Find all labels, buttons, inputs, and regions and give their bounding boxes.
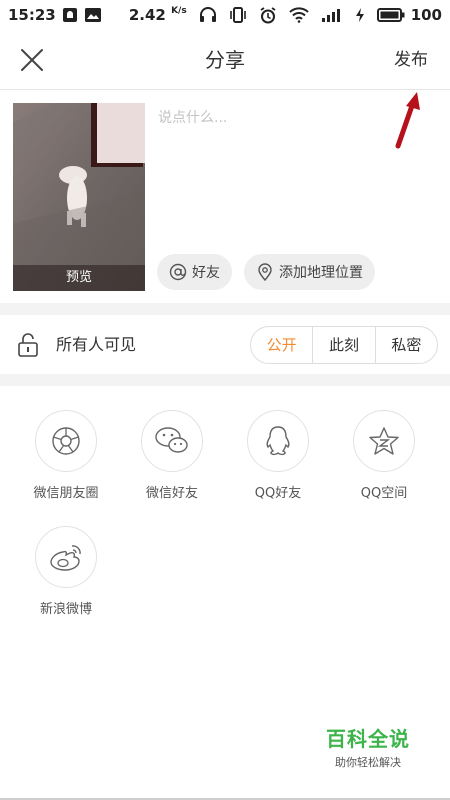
- close-icon: [21, 49, 43, 71]
- qq-icon: [266, 426, 290, 456]
- visibility-option-moment[interactable]: 此刻: [312, 327, 374, 363]
- status-right: 2.42 K/s 100: [129, 6, 442, 24]
- vibrate-icon: [229, 7, 247, 23]
- unlock-icon: [17, 333, 39, 357]
- divider: [0, 303, 450, 315]
- charging-icon: [355, 7, 365, 23]
- headphones-icon: [199, 7, 217, 23]
- share-qzone[interactable]: QQ空间: [339, 410, 429, 501]
- net-speed-value: 2.42: [128, 6, 166, 24]
- post-text-input[interactable]: 说点什么...: [158, 107, 227, 127]
- status-time: 15:23: [8, 6, 56, 24]
- visibility-row: 所有人可见 公开 此刻 私密: [0, 316, 450, 374]
- share-circle: [353, 410, 415, 472]
- share-circle: [35, 410, 97, 472]
- wechat-icon: [155, 427, 188, 453]
- share-circle: [141, 410, 203, 472]
- wechat-moments-icon: [52, 427, 80, 455]
- share-circle: [35, 526, 97, 588]
- watermark: 百科全说 助你轻松解决: [326, 723, 410, 770]
- share-label: 微信好友: [145, 486, 198, 501]
- share-circle: [247, 410, 309, 472]
- share-wechat-friend[interactable]: 微信好友: [127, 410, 217, 501]
- share-label: QQ空间: [360, 486, 408, 501]
- top-bar: 分享 发布: [0, 30, 450, 90]
- media-thumbnail[interactable]: 预览: [13, 103, 145, 291]
- publish-button[interactable]: 发布: [394, 30, 428, 90]
- at-icon: [169, 263, 187, 281]
- share-label: 微信朋友圈: [33, 486, 99, 501]
- page-title: 分享: [205, 48, 245, 72]
- qzone-icon: [369, 427, 399, 455]
- share-qq-friend[interactable]: QQ好友: [233, 410, 323, 501]
- annotation-arrow: [395, 92, 420, 149]
- alarm-icon: [259, 6, 277, 24]
- divider: [0, 374, 450, 386]
- net-speed-unit: K/s: [171, 6, 187, 16]
- visibility-option-private[interactable]: 私密: [374, 327, 437, 363]
- signal-icon: [321, 7, 343, 23]
- notification-icon: [62, 7, 78, 23]
- close-button[interactable]: [18, 46, 46, 74]
- watermark-title: 百科全说: [326, 727, 410, 751]
- visibility-label: 所有人可见: [56, 335, 137, 354]
- wifi-icon: [288, 7, 309, 23]
- preview-caption: 预览: [13, 265, 145, 291]
- share-sina-weibo[interactable]: 新浪微博: [21, 526, 111, 617]
- weibo-icon: [50, 545, 81, 571]
- status-bar: 15:23 2.42 K/s 100: [0, 0, 450, 30]
- location-label: 添加地理位置: [279, 265, 363, 281]
- visibility-option-public[interactable]: 公开: [251, 327, 312, 363]
- share-screen: 15:23 2.42 K/s 100 分享 发布 预览 说点什么... 好友 添…: [0, 0, 450, 800]
- mention-label: 好友: [192, 265, 220, 281]
- battery-percent: 100: [410, 6, 442, 24]
- battery-icon: [376, 8, 405, 22]
- share-wechat-moments[interactable]: 微信朋友圈: [21, 410, 111, 501]
- mention-friend-button[interactable]: 好友: [157, 254, 232, 290]
- image-notification-icon: [84, 7, 102, 23]
- add-location-button[interactable]: 添加地理位置: [244, 254, 375, 290]
- share-label: 新浪微博: [39, 602, 92, 617]
- thumbnail-image: [13, 103, 145, 291]
- net-speed: 2.42 K/s: [129, 6, 187, 24]
- location-pin-icon: [256, 263, 274, 281]
- share-label: QQ好友: [254, 486, 302, 501]
- watermark-subtitle: 助你轻松解决: [335, 756, 401, 769]
- visibility-selector: 公开 此刻 私密: [250, 326, 438, 364]
